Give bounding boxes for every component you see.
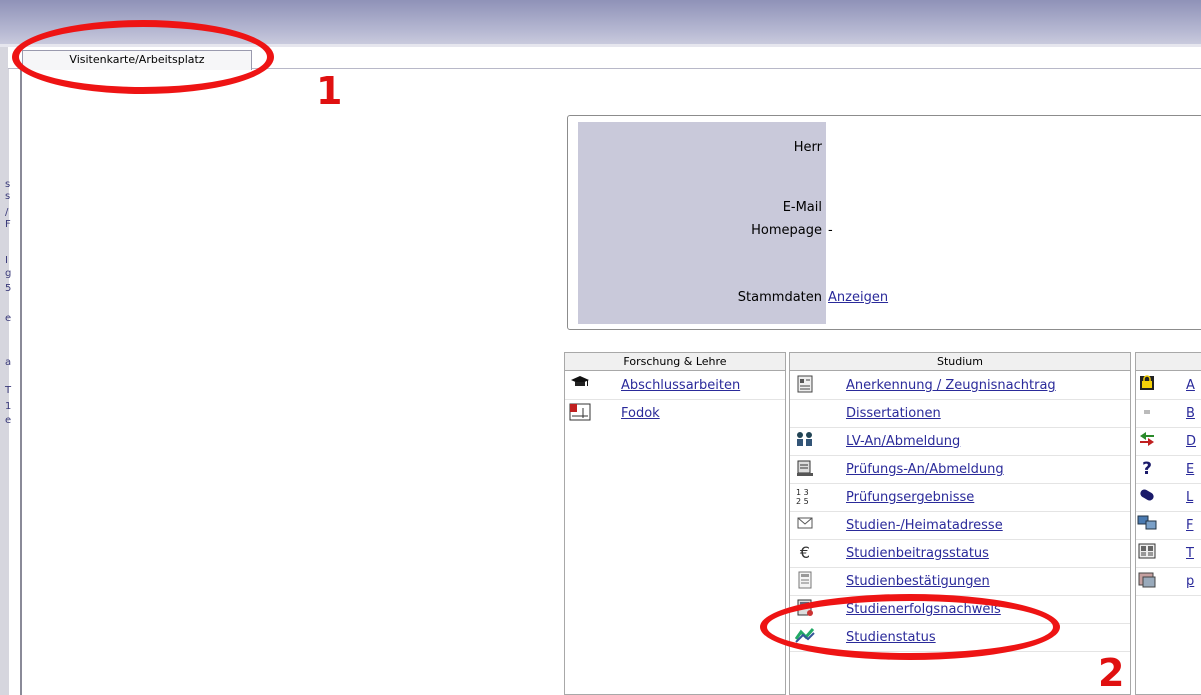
right-link-2[interactable]: D (1186, 434, 1196, 449)
clipped-text-fragment: T (5, 385, 12, 396)
right-link-0[interactable]: A (1186, 378, 1195, 393)
list-item[interactable]: Prüfungs-An/Abmeldung (790, 456, 1130, 484)
grades-icon: 1 32 5 (794, 487, 816, 507)
help-icon: ? (1142, 459, 1152, 479)
clipped-text-fragment: F (5, 219, 11, 230)
panel-forschung: Forschung & Lehre Abschlussarbeiten Fodo… (564, 352, 786, 695)
link-fodok[interactable]: Fodok (621, 406, 660, 421)
list-item[interactable]: T (1136, 540, 1201, 568)
top-banner (0, 0, 1201, 44)
envelope-icon (794, 515, 816, 535)
panel-studium: Studium Anerkennung / Zeugnisnachtrag Dis… (789, 352, 1131, 695)
salutation-label: Herr (793, 140, 822, 155)
list-item[interactable]: D (1136, 428, 1201, 456)
studium-link-9[interactable]: Studienstatus (846, 630, 936, 645)
right-link-4[interactable]: L (1186, 490, 1193, 505)
homepage-row: Homepage - (578, 223, 1178, 241)
right-link-3[interactable]: E (1186, 462, 1194, 477)
list-item[interactable]: Abschlussarbeiten (565, 372, 785, 400)
studium-link-4[interactable]: Prüfungsergebnisse (846, 490, 974, 505)
dot-icon (1136, 403, 1158, 423)
panel-forschung-title: Forschung & Lehre (565, 353, 785, 371)
clipped-text-fragment: g (5, 268, 12, 279)
clipped-text-fragment: a (5, 357, 12, 368)
panel-right-title (1136, 353, 1201, 371)
studium-link-3[interactable]: Prüfungs-An/Abmeldung (846, 462, 1004, 477)
list-item[interactable]: F (1136, 512, 1201, 540)
certificate-icon (794, 571, 816, 591)
stammdaten-link[interactable]: Anzeigen (828, 290, 888, 305)
studium-link-7[interactable]: Studienbestätigungen (846, 574, 990, 589)
clipped-text-fragment: s (5, 179, 11, 190)
clipped-text-fragment: 5 (5, 283, 12, 294)
studium-link-2[interactable]: LV-An/Abmeldung (846, 434, 960, 449)
list-item[interactable]: ? E (1136, 456, 1201, 484)
studium-link-8[interactable]: Studienerfolgsnachweis (846, 602, 1001, 617)
studium-link-6[interactable]: Studienbeitragsstatus (846, 546, 989, 561)
right-link-5[interactable]: F (1186, 518, 1193, 533)
right-link-6[interactable]: T (1186, 546, 1194, 561)
clipped-text-fragment: e (5, 313, 12, 324)
stammdaten-label: Stammdaten (737, 290, 822, 305)
list-item[interactable]: A (1136, 372, 1201, 400)
list-item[interactable]: Dissertationen (790, 400, 1130, 428)
link-abschlussarbeiten[interactable]: Abschlussarbeiten (621, 378, 740, 393)
email-label: E-Mail (782, 200, 822, 215)
salutation-row: Herr (578, 140, 1178, 158)
right-link-1[interactable]: B (1186, 406, 1195, 421)
list-item[interactable]: € Studienbeitragsstatus (790, 540, 1130, 568)
clipped-text-fragment: s (5, 191, 11, 202)
graduation-cap-icon (569, 375, 591, 395)
panel-right-clipped: A B D? E L F Tp (1135, 352, 1201, 695)
annotation-number-2: 2 (1098, 651, 1125, 695)
homepage-value: - (828, 223, 833, 238)
euro-icon: € (799, 543, 811, 562)
list-item[interactable]: L (1136, 484, 1201, 512)
left-frame-border (20, 68, 22, 695)
right-link-7[interactable]: p (1186, 574, 1194, 589)
left-scroll-edge (0, 47, 9, 695)
list-item[interactable]: Studien-/Heimatadresse (790, 512, 1130, 540)
homepage-label: Homepage (751, 223, 822, 238)
stammdaten-row: Stammdaten Anzeigen (578, 290, 1178, 308)
lock-icon (1136, 375, 1158, 395)
chart-icon (569, 403, 591, 423)
grid-icon (1136, 543, 1158, 563)
tab-visitenkarte[interactable]: Visitenkarte/Arbeitsplatz (22, 50, 252, 70)
business-card: Herr E-Mail Homepage - Stammdaten Anzeig… (567, 115, 1201, 330)
list-item[interactable]: Studienerfolgsnachweis (790, 596, 1130, 624)
clipped-text-fragment: 1 (5, 401, 12, 412)
list-item[interactable]: Fodok (565, 400, 785, 428)
annotation-number-1: 1 (316, 69, 343, 113)
list-item[interactable]: Studienstatus (790, 624, 1130, 652)
exam-icon (794, 459, 816, 479)
svg-text:1 3: 1 3 (796, 488, 809, 497)
clipped-text-fragment: e (5, 415, 12, 426)
studium-link-1[interactable]: Dissertationen (846, 406, 941, 421)
computer-icon (1136, 515, 1158, 535)
list-item[interactable]: LV-An/Abmeldung (790, 428, 1130, 456)
studium-link-0[interactable]: Anerkennung / Zeugnisnachtrag (846, 378, 1056, 393)
clipped-text-fragment: / (5, 207, 9, 218)
list-item[interactable]: 1 32 5 Prüfungsergebnisse (790, 484, 1130, 512)
report-icon (794, 599, 816, 619)
list-item[interactable]: B (1136, 400, 1201, 428)
photo-icon (1136, 571, 1158, 591)
studium-link-5[interactable]: Studien-/Heimatadresse (846, 518, 1003, 533)
list-item[interactable]: Anerkennung / Zeugnisnachtrag (790, 372, 1130, 400)
status-icon (794, 627, 816, 647)
clipped-text-fragment: I (5, 255, 8, 266)
document-icon (794, 375, 816, 395)
panel-studium-title: Studium (790, 353, 1130, 371)
pill-icon (1136, 487, 1158, 507)
arrows-icon (1136, 431, 1158, 451)
svg-text:2 5: 2 5 (796, 497, 809, 505)
list-item[interactable]: Studienbestätigungen (790, 568, 1130, 596)
people-icon (794, 431, 816, 451)
list-item[interactable]: p (1136, 568, 1201, 596)
email-row: E-Mail (578, 200, 1178, 218)
blank-icon (794, 403, 816, 423)
